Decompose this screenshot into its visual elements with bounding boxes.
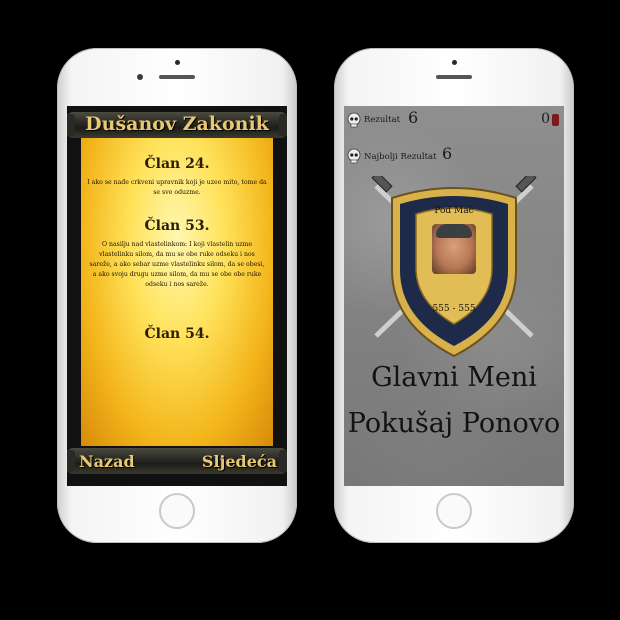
retry-button[interactable]: Pokušaj Ponovo — [344, 408, 564, 439]
page-title: Dušanov Zakonik — [85, 113, 269, 135]
home-button[interactable] — [159, 493, 195, 529]
home-button[interactable] — [436, 493, 472, 529]
rod-cap — [279, 450, 287, 472]
camera — [175, 60, 180, 65]
phone-left: Dušanov Zakonik Član 24. I ako se nađe c… — [57, 48, 297, 543]
corner-marker — [552, 114, 559, 126]
article-text: I ako se nađe crkveni upravnik koji je u… — [87, 179, 267, 196]
portrait-photo — [432, 224, 476, 274]
score-label: Rezultat — [364, 115, 401, 125]
shield-bottom-label: 555 - 555 — [432, 304, 476, 314]
skull-icon — [347, 148, 361, 164]
sensor — [137, 74, 143, 80]
game-over-screen: Rezultat 6 0 Najbolji Rezultat 6 Pod Mač… — [344, 106, 564, 486]
portrait-hair — [436, 224, 472, 238]
phone-right: Rezultat 6 0 Najbolji Rezultat 6 Pod Mač… — [334, 48, 574, 543]
scroll-screen: Dušanov Zakonik Član 24. I ako se nađe c… — [67, 106, 287, 486]
article-text: O nasilju nad vlastelinkom: I koji vlast… — [89, 241, 265, 288]
article-heading: Član 53. — [144, 218, 210, 234]
speaker — [436, 75, 472, 79]
next-button[interactable]: Sljedeća — [202, 452, 277, 471]
camera — [452, 60, 457, 65]
best-score-label: Najbolji Rezultat — [364, 152, 437, 162]
main-menu-button[interactable]: Glavni Meni — [344, 362, 564, 393]
article-heading: Član 24. — [144, 156, 210, 172]
score-value: 6 — [408, 108, 419, 127]
rod-cap — [67, 450, 75, 472]
back-button[interactable]: Nazad — [79, 452, 135, 471]
corner-value: 0 — [541, 111, 550, 127]
shield-emblem: Pod Mač 555 - 555 — [382, 184, 526, 360]
skull-icon — [347, 112, 361, 128]
article-heading: Član 54. — [144, 326, 210, 342]
shield-top-label: Pod Mač — [434, 206, 474, 216]
speaker — [159, 75, 195, 79]
best-score-value: 6 — [442, 144, 453, 163]
